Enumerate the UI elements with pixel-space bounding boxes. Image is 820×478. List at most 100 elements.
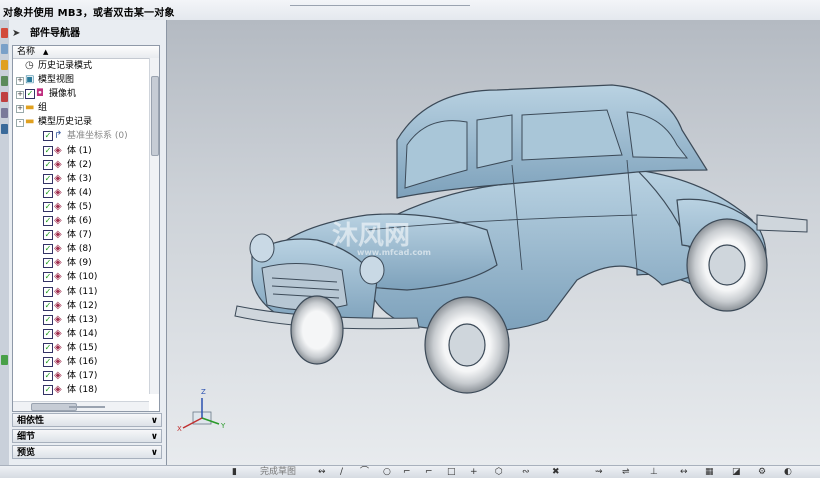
scroll-thumb[interactable] <box>151 76 159 156</box>
tree-node[interactable]: ✓ ◈ 体 (6) <box>13 214 159 228</box>
profile-icon[interactable]: ↭ <box>318 467 326 477</box>
tree-node[interactable]: ✓ ◈ 体 (18) <box>13 383 159 397</box>
expand-icon[interactable]: + <box>16 105 24 114</box>
dimension-icon[interactable]: ↔ <box>680 467 688 477</box>
body-icon: ◈ <box>54 186 62 198</box>
tree-node[interactable]: ✓ ◈ 体 (3) <box>13 172 159 186</box>
constraint-icon[interactable]: ⊥ <box>650 467 658 477</box>
visibility-checkbox[interactable]: ✓ <box>43 385 53 396</box>
chevron-down-icon[interactable]: ∨ <box>151 430 158 444</box>
body-icon: ◈ <box>54 215 62 227</box>
visibility-checkbox[interactable]: ✓ <box>43 300 53 311</box>
vertical-scrollbar[interactable] <box>149 58 159 394</box>
tree-node[interactable]: ✓ ◈ 体 (11) <box>13 285 159 299</box>
sketch-icon[interactable]: ▮ <box>232 467 237 477</box>
resource-tab-icon[interactable] <box>1 76 8 86</box>
tree-node[interactable]: + ▬ 组 <box>13 101 159 115</box>
car-model[interactable] <box>167 20 820 465</box>
view-icon[interactable]: ◐ <box>784 467 792 477</box>
graphics-viewport[interactable]: 沐风网 www.mfcad.com Z Y X <box>167 20 820 465</box>
visibility-checkbox[interactable]: ✓ <box>43 258 53 269</box>
resource-tab-icon[interactable] <box>1 28 8 38</box>
tree-node-label: 体 (2) <box>67 159 92 170</box>
expand-icon[interactable]: + <box>16 77 24 86</box>
pattern-icon[interactable]: ▦ <box>705 467 714 477</box>
circle-icon[interactable]: ○ <box>383 467 391 477</box>
point-icon[interactable]: + <box>470 467 478 477</box>
tree-node[interactable]: ✓ ◈ 体 (13) <box>13 313 159 327</box>
chevron-down-icon[interactable]: ∨ <box>151 414 158 428</box>
top-toolbar-edge <box>290 0 470 6</box>
section-details[interactable]: 细节 ∨ <box>12 429 162 443</box>
tree-node[interactable]: + ✓ ◘ 摄像机 <box>13 87 159 101</box>
trim-icon[interactable]: ✖ <box>552 467 560 477</box>
visibility-checkbox[interactable]: ✓ <box>43 230 53 241</box>
resource-tab-icon[interactable] <box>1 60 8 70</box>
tree-node[interactable]: ✓ ◈ 体 (12) <box>13 299 159 313</box>
tree-node[interactable]: ✓ ◈ 体 (17) <box>13 369 159 383</box>
tree-node[interactable]: ✓ ◈ 体 (1) <box>13 144 159 158</box>
chamfer-icon[interactable]: ⌐ <box>425 467 433 477</box>
tree-node-label: 体 (18) <box>67 385 98 396</box>
resource-tab-icon[interactable] <box>1 108 8 118</box>
prompt-text: 对象并使用 MB3，或者双击某一对象 <box>3 8 175 19</box>
column-header-name[interactable]: 名称 ▲ <box>13 46 159 59</box>
tree-node[interactable]: ✓ ↱ 基准坐标系 (0) <box>13 129 159 143</box>
visibility-checkbox[interactable]: ✓ <box>43 201 53 212</box>
mirror-icon[interactable]: ⇌ <box>622 467 630 477</box>
tree-node[interactable]: - ▬ 模型历史记录 <box>13 115 159 129</box>
offset-icon[interactable]: ⇝ <box>595 467 603 477</box>
visibility-checkbox[interactable]: ✓ <box>43 131 53 142</box>
display-icon[interactable]: ◪ <box>732 467 741 477</box>
settings-icon[interactable]: ⚙ <box>758 467 766 477</box>
polygon-icon[interactable]: ⬡ <box>495 467 503 477</box>
tree-node[interactable]: ✓ ◈ 体 (2) <box>13 158 159 172</box>
visibility-checkbox[interactable]: ✓ <box>43 187 53 198</box>
visibility-checkbox[interactable]: ✓ <box>43 272 53 283</box>
tree-node-label: 体 (7) <box>67 230 92 241</box>
visibility-checkbox[interactable]: ✓ <box>43 342 53 353</box>
tree-node[interactable]: ✓ ◈ 体 (16) <box>13 355 159 369</box>
collapse-icon[interactable]: - <box>16 119 24 128</box>
tree-node[interactable]: ✓ ◈ 体 (9) <box>13 256 159 270</box>
visibility-checkbox[interactable]: ✓ <box>43 173 53 184</box>
tree-node[interactable]: ✓ ◈ 体 (5) <box>13 200 159 214</box>
tree-node[interactable]: ◷ 历史记录模式 <box>13 59 159 73</box>
tree-node[interactable]: ✓ ◈ 体 (7) <box>13 228 159 242</box>
tree-node[interactable]: ✓ ◈ 体 (4) <box>13 186 159 200</box>
finish-sketch-button[interactable]: 完成草图 <box>260 467 296 477</box>
section-dependencies[interactable]: 相依性 ∨ <box>12 413 162 427</box>
resource-tab-icon[interactable] <box>1 124 8 134</box>
panel-splitter[interactable] <box>69 406 105 408</box>
tree-node[interactable]: ✓ ◈ 体 (15) <box>13 341 159 355</box>
tree-node[interactable]: + ▣ 模型视图 <box>13 73 159 87</box>
fillet-icon[interactable]: ⌐ <box>403 467 411 477</box>
arc-icon[interactable]: ⌒ <box>360 467 369 477</box>
spline-icon[interactable]: ∾ <box>522 467 530 477</box>
visibility-checkbox[interactable]: ✓ <box>43 314 53 325</box>
resource-tab-icon[interactable] <box>1 92 8 102</box>
tree-node[interactable]: ✓ ◈ 体 (10) <box>13 270 159 284</box>
csys-icon: ↱ <box>54 130 63 142</box>
navigator-tree[interactable]: 名称 ▲ ◷ 历史记录模式 + ▣ 模型视图 + ✓ ◘ 摄像机 + ▬ 组 - ▬ 模型历史记录 ✓ ↱ 基准坐标… <box>12 45 160 412</box>
visibility-checkbox[interactable]: ✓ <box>43 145 53 156</box>
tree-node[interactable]: ✓ ◈ 体 (14) <box>13 327 159 341</box>
visibility-checkbox[interactable]: ✓ <box>25 89 35 100</box>
visibility-checkbox[interactable]: ✓ <box>43 286 53 297</box>
chevron-down-icon[interactable]: ∨ <box>151 446 158 460</box>
resource-tab-icon[interactable] <box>1 44 8 54</box>
visibility-checkbox[interactable]: ✓ <box>43 159 53 170</box>
line-icon[interactable]: ∕ <box>340 467 343 477</box>
visibility-checkbox[interactable]: ✓ <box>43 328 53 339</box>
visibility-checkbox[interactable]: ✓ <box>43 356 53 367</box>
visibility-checkbox[interactable]: ✓ <box>43 216 53 227</box>
expand-icon[interactable]: + <box>16 91 24 100</box>
rectangle-icon[interactable]: □ <box>447 467 456 477</box>
section-preview[interactable]: 预览 ∨ <box>12 445 162 459</box>
tree-node[interactable]: ✓ ◈ 体 (8) <box>13 242 159 256</box>
pin-icon[interactable]: ➤ <box>12 24 24 44</box>
visibility-checkbox[interactable]: ✓ <box>43 244 53 255</box>
resource-tab-icon[interactable] <box>1 355 8 365</box>
tree-node-label: 摄像机 <box>49 89 77 100</box>
visibility-checkbox[interactable]: ✓ <box>43 371 53 382</box>
